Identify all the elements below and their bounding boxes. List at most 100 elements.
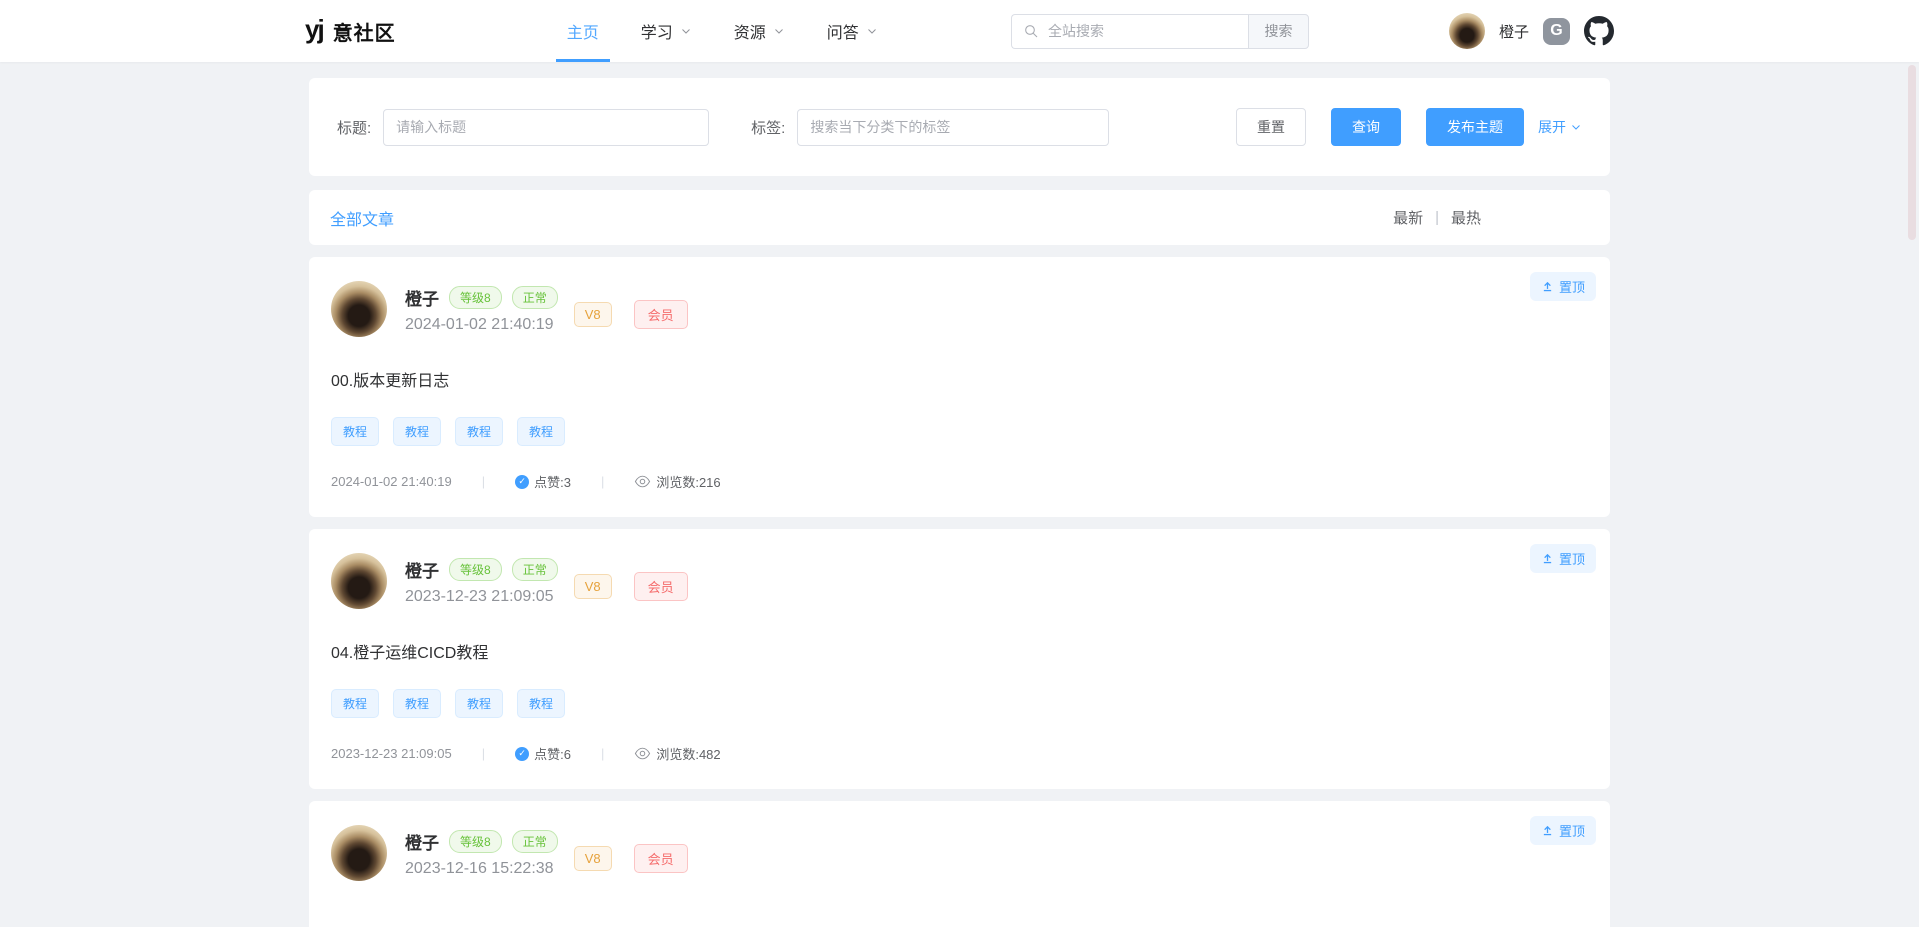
pin-button[interactable]: 置顶	[1530, 272, 1596, 301]
chevron-down-icon	[773, 25, 785, 37]
views-stat: 浏览数:482	[634, 744, 720, 763]
member-badge: 会员	[634, 300, 688, 329]
global-search: 搜索	[1011, 14, 1309, 49]
nav-item-learn[interactable]: 学习	[620, 0, 713, 62]
expand-toggle[interactable]: 展开	[1538, 117, 1582, 137]
search-icon	[1023, 23, 1039, 39]
nav-item-home-label: 主页	[567, 19, 599, 43]
post-footer: 2024-01-02 21:40:19 | ✓ 点赞:3 | 浏览数:216	[331, 472, 1588, 491]
sort-hottest[interactable]: 最热	[1451, 207, 1481, 228]
level-badge: 等级8	[449, 286, 502, 309]
nav-item-resources[interactable]: 资源	[713, 0, 806, 62]
author-avatar[interactable]	[331, 553, 387, 609]
tag-pill[interactable]: 教程	[517, 417, 565, 446]
level-badge: 等级8	[449, 558, 502, 581]
status-badge: 正常	[512, 830, 558, 853]
post-card: 置顶 橙子 等级8 正常 2024-01-02 21:40:19 V8 会员 0…	[309, 257, 1610, 517]
footer-date: 2023-12-23 21:09:05	[331, 746, 452, 761]
site-logo[interactable]: yj 意社区	[305, 17, 396, 46]
filter-bar: 标题: 标签: 重置 查询 发布主题 展开	[309, 78, 1610, 176]
pin-top-icon	[1541, 552, 1554, 565]
publish-topic-button[interactable]: 发布主题	[1426, 108, 1524, 146]
site-name: 意社区	[333, 17, 396, 46]
main-content: 标题: 标签: 重置 查询 发布主题 展开 全部文章 最新 | 最热 置顶	[309, 78, 1610, 927]
pin-top-icon	[1541, 280, 1554, 293]
views-stat: 浏览数:216	[634, 472, 720, 491]
expand-label: 展开	[1538, 117, 1566, 137]
tag-pill[interactable]: 教程	[517, 689, 565, 718]
footer-divider: |	[482, 474, 485, 489]
pin-label: 置顶	[1559, 549, 1585, 568]
post-card: 置顶 橙子 等级8 正常 2023-12-16 15:22:38 V8 会员	[309, 801, 1610, 927]
username[interactable]: 橙子	[1499, 21, 1529, 42]
member-badge: 会员	[634, 844, 688, 873]
pin-label: 置顶	[1559, 277, 1585, 296]
post-title[interactable]: 04.橙子运维CICD教程	[331, 639, 1588, 663]
footer-divider: |	[482, 746, 485, 761]
post-datetime: 2023-12-16 15:22:38	[405, 860, 558, 878]
author-avatar[interactable]	[331, 825, 387, 881]
pin-button[interactable]: 置顶	[1530, 544, 1596, 573]
tag-pill[interactable]: 教程	[393, 417, 441, 446]
post-datetime: 2024-01-02 21:40:19	[405, 316, 558, 334]
tag-row: 教程 教程 教程 教程	[331, 689, 1588, 718]
likes-count: 点赞:6	[534, 744, 571, 763]
status-badge: 正常	[512, 558, 558, 581]
like-check-icon: ✓	[515, 475, 529, 489]
tag-pill[interactable]: 教程	[331, 417, 379, 446]
tag-pill[interactable]: 教程	[331, 689, 379, 718]
tag-pill[interactable]: 教程	[455, 689, 503, 718]
likes-stat: ✓ 点赞:6	[515, 744, 571, 763]
author-name[interactable]: 橙子	[405, 829, 439, 854]
author-info: 橙子 等级8 正常 2023-12-16 15:22:38	[405, 829, 558, 878]
tag-filter-input[interactable]	[797, 109, 1109, 146]
vip-badges: V8 会员	[574, 572, 688, 601]
logo-icon: yj	[305, 16, 323, 42]
gitee-icon[interactable]: G	[1543, 18, 1570, 45]
query-button[interactable]: 查询	[1331, 108, 1401, 146]
footer-divider: |	[601, 474, 604, 489]
user-area: 橙子 G	[1449, 13, 1614, 49]
likes-stat: ✓ 点赞:3	[515, 472, 571, 491]
eye-icon	[634, 473, 651, 490]
nav-item-qa-label: 问答	[827, 19, 859, 43]
nav-item-qa[interactable]: 问答	[806, 0, 899, 62]
reset-button[interactable]: 重置	[1236, 108, 1306, 146]
sort-newest[interactable]: 最新	[1393, 207, 1423, 228]
author-avatar[interactable]	[331, 281, 387, 337]
search-button[interactable]: 搜索	[1248, 14, 1309, 49]
tag-pill[interactable]: 教程	[393, 689, 441, 718]
author-name[interactable]: 橙子	[405, 285, 439, 310]
post-footer: 2023-12-23 21:09:05 | ✓ 点赞:6 | 浏览数:482	[331, 744, 1588, 763]
post-header: 橙子 等级8 正常 2023-12-16 15:22:38 V8 会员	[331, 825, 1588, 881]
nav-item-resources-label: 资源	[734, 19, 766, 43]
vip-badge: V8	[574, 846, 612, 871]
github-icon[interactable]	[1584, 16, 1614, 46]
footer-date: 2024-01-02 21:40:19	[331, 474, 452, 489]
pin-label: 置顶	[1559, 821, 1585, 840]
pin-top-icon	[1541, 824, 1554, 837]
all-articles-tab[interactable]: 全部文章	[330, 206, 394, 230]
chevron-down-icon	[866, 25, 878, 37]
nav-item-home[interactable]: 主页	[546, 0, 620, 62]
post-title[interactable]: 00.版本更新日志	[331, 367, 1588, 391]
author-info: 橙子 等级8 正常 2024-01-02 21:40:19	[405, 285, 558, 334]
main-nav: 主页 学习 资源 问答	[546, 0, 899, 62]
scrollbar[interactable]	[1908, 65, 1916, 240]
like-check-icon: ✓	[515, 747, 529, 761]
navbar: yj 意社区 主页 学习 资源 问答 搜索 橙子 G	[0, 0, 1919, 62]
search-input[interactable]	[1011, 14, 1248, 49]
chevron-down-icon	[1570, 121, 1582, 133]
tag-pill[interactable]: 教程	[455, 417, 503, 446]
author-info: 橙子 等级8 正常 2023-12-23 21:09:05	[405, 557, 558, 606]
author-name[interactable]: 橙子	[405, 557, 439, 582]
tag-row: 教程 教程 教程 教程	[331, 417, 1588, 446]
eye-icon	[634, 745, 651, 762]
level-badge: 等级8	[449, 830, 502, 853]
pin-button[interactable]: 置顶	[1530, 816, 1596, 845]
chevron-down-icon	[680, 25, 692, 37]
title-filter-input[interactable]	[383, 109, 709, 146]
sort-group: 最新 | 最热	[1393, 207, 1481, 228]
filter-actions: 重置 查询 发布主题 展开	[1236, 108, 1582, 146]
user-avatar[interactable]	[1449, 13, 1485, 49]
